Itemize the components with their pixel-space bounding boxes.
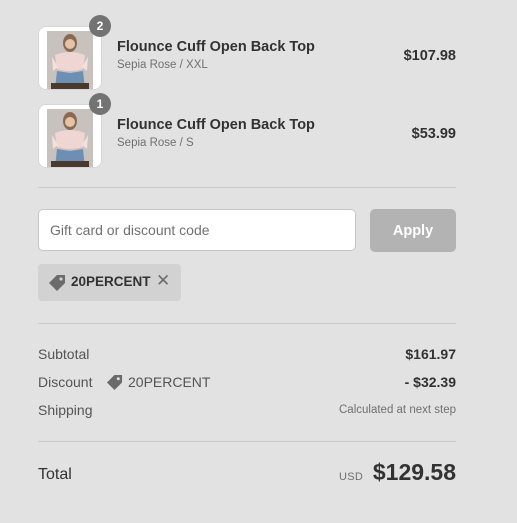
subtotal-value: $161.97 xyxy=(405,346,456,362)
shipping-value: Calculated at next step xyxy=(339,404,456,416)
product-price: $53.99 xyxy=(411,126,456,142)
product-variant: Sepia Rose / XXL xyxy=(117,59,208,71)
product-variant: Sepia Rose / S xyxy=(117,137,194,149)
tag-icon xyxy=(106,374,123,391)
product-price: $107.98 xyxy=(403,48,456,64)
product-thumbnail xyxy=(38,26,102,90)
applied-discount-code: 20PERCENT xyxy=(71,274,151,289)
line-item: 1 Flounce Cuff Open Back Top Sepia Rose … xyxy=(38,93,456,168)
discount-label: Discount xyxy=(38,374,93,390)
applied-discount-tag: 20PERCENT ✕ xyxy=(38,264,181,301)
close-icon[interactable]: ✕ xyxy=(156,272,170,290)
total-label: Total xyxy=(38,466,72,483)
subtotal-label: Subtotal xyxy=(38,346,90,362)
product-name: Flounce Cuff Open Back Top xyxy=(117,39,315,55)
total-value: $129.58 xyxy=(372,459,456,485)
discount-code: 20PERCENT xyxy=(128,374,211,390)
product-image xyxy=(39,27,101,89)
shipping-label: Shipping xyxy=(38,402,93,418)
divider xyxy=(38,187,456,188)
discount-code-input[interactable] xyxy=(38,209,356,251)
discount-value: - $32.39 xyxy=(404,374,456,390)
product-image xyxy=(39,105,101,167)
product-name: Flounce Cuff Open Back Top xyxy=(117,117,315,133)
currency-code: USD xyxy=(339,471,364,483)
quantity-badge: 1 xyxy=(89,93,111,115)
product-thumbnail xyxy=(38,104,102,168)
quantity-badge: 2 xyxy=(89,15,111,37)
apply-discount-button[interactable]: Apply xyxy=(370,209,456,252)
tag-icon xyxy=(49,275,65,291)
divider xyxy=(38,441,456,442)
line-item: 2 Flounce Cuff Open Back Top Sepia Rose … xyxy=(38,15,456,90)
divider xyxy=(38,323,456,324)
